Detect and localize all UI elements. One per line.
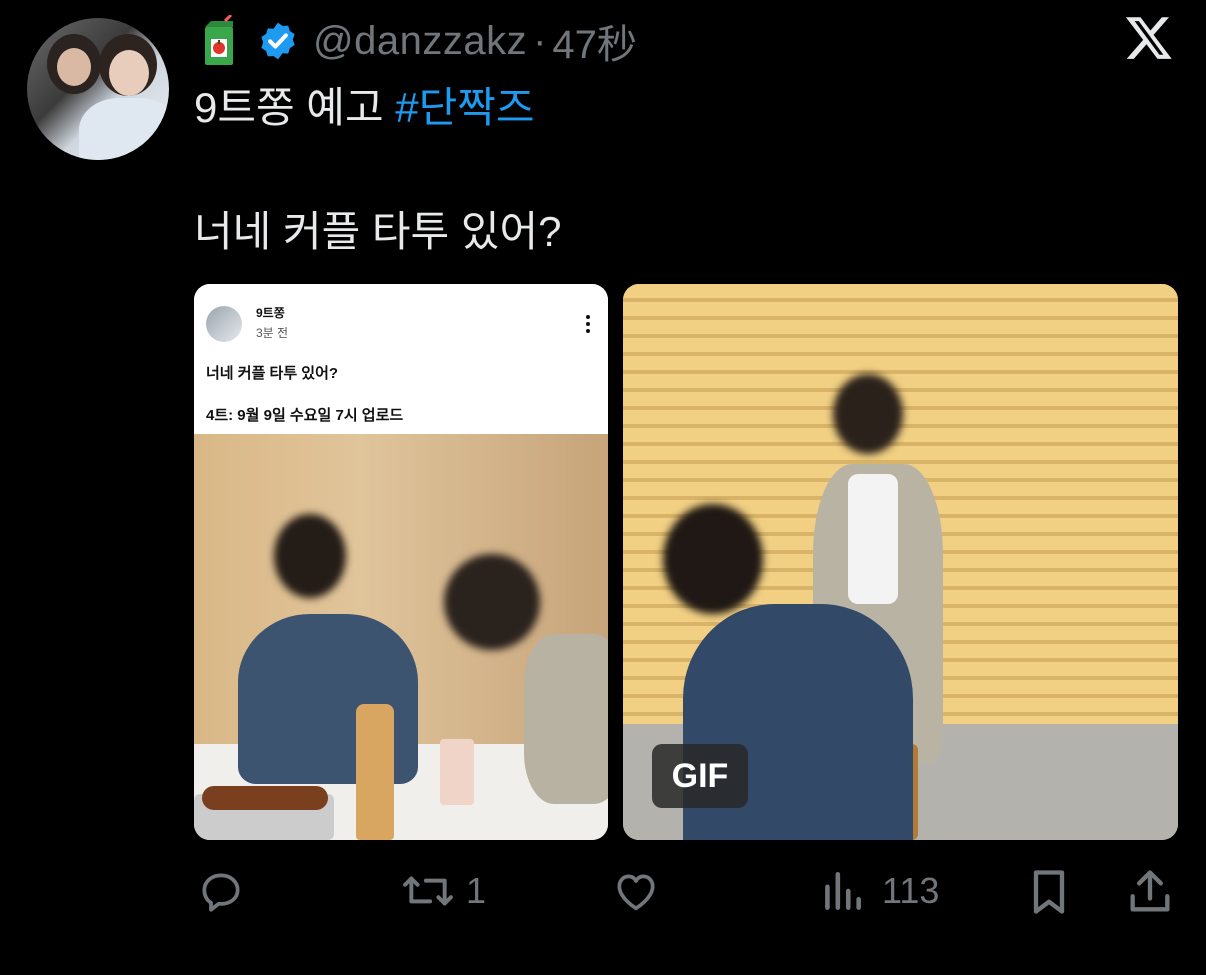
avatar-shirt	[79, 98, 169, 160]
heart-icon	[610, 866, 662, 916]
bookmark-button[interactable]	[1026, 866, 1072, 918]
scene-standing-person-head	[833, 374, 903, 454]
scene-person-right	[524, 634, 608, 804]
share-icon	[1126, 866, 1174, 918]
retweet-icon	[400, 866, 456, 916]
juice-box-emoji-icon	[201, 13, 237, 67]
author-avatar[interactable]	[27, 18, 169, 160]
embedded-name: 9트쫑	[256, 306, 285, 320]
avatar-person-right-face	[109, 50, 149, 96]
like-button[interactable]	[610, 866, 662, 916]
author-handle[interactable]: @danzzakz	[313, 19, 527, 64]
retweet-button[interactable]: 1	[400, 866, 486, 916]
media-image-1[interactable]: 9트쫑 3분 전 너네 커플 타투 있어? 4트: 9월 9일 수요일 7시 업…	[194, 284, 608, 840]
avatar-person-left-face	[57, 48, 91, 86]
embedded-text-2: 4트: 9월 9일 수요일 7시 업로드	[206, 407, 404, 424]
gif-badge: GIF	[652, 744, 748, 808]
x-logo-icon	[1124, 12, 1174, 62]
media-gif-2[interactable]: GIF	[623, 284, 1178, 840]
bookmark-icon	[1026, 866, 1072, 918]
tweet-timestamp[interactable]: 47秒	[552, 12, 637, 70]
tweet-header: @danzzakz · 47秒	[201, 12, 637, 70]
tweet-text-prefix: 9트쫑 예고	[194, 84, 396, 131]
header-separator: ·	[533, 18, 547, 63]
reply-icon	[196, 866, 246, 916]
retweet-count: 1	[466, 870, 487, 911]
scene-person-right-head	[444, 554, 540, 650]
views-button[interactable]: 113	[820, 866, 939, 916]
photo-scene	[194, 434, 608, 840]
embedded-text-1: 너네 커플 타투 있어?	[206, 365, 339, 382]
scene-seated-person-head	[663, 504, 763, 614]
embedded-post-card: 9트쫑 3분 전 너네 커플 타투 있어? 4트: 9월 9일 수요일 7시 업…	[194, 284, 608, 434]
reply-button[interactable]	[196, 866, 246, 916]
views-icon	[820, 866, 864, 916]
embedded-time: 3분 전	[256, 326, 289, 340]
scene-standing-person-top	[848, 474, 898, 604]
more-options-icon	[586, 312, 592, 336]
share-button[interactable]	[1126, 866, 1174, 918]
scene-food	[202, 786, 328, 810]
scene-bottle	[356, 704, 394, 840]
scene-glass	[440, 739, 474, 805]
tweet-text-line1: 9트쫑 예고 #단짝즈	[194, 74, 535, 135]
hashtag-link[interactable]: #단짝즈	[395, 84, 534, 131]
verified-badge-icon	[257, 20, 299, 62]
embedded-avatar	[206, 306, 242, 342]
scene-person-left-head	[274, 514, 346, 598]
views-count: 113	[882, 870, 940, 911]
tweet-text-line2: 너네 커플 타투 있어?	[194, 208, 562, 255]
